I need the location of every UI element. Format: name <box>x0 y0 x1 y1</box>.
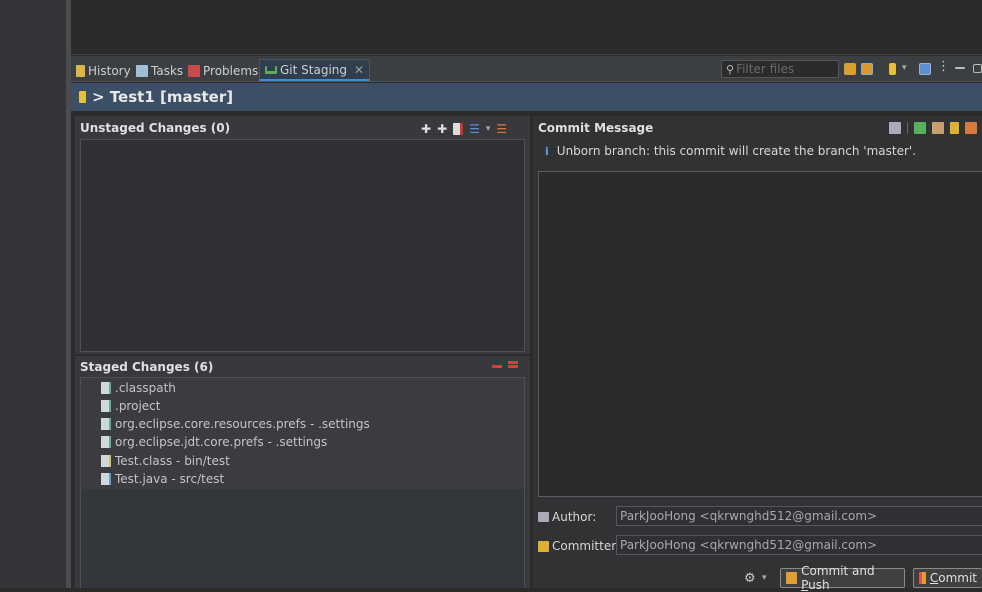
file-name: org.eclipse.jdt.core.prefs - .settings <box>115 435 328 449</box>
staged-file-row[interactable]: Test.java - src/test <box>101 470 224 488</box>
file-name: .classpath <box>115 381 176 395</box>
file-icon <box>101 418 111 430</box>
author-label-text: Author: <box>552 510 597 524</box>
commit-toolbar <box>889 122 977 134</box>
view-menu-icon[interactable]: ⋮ <box>937 59 950 74</box>
chevron-down-icon[interactable]: ▾ <box>486 124 491 134</box>
problems-icon <box>188 65 200 77</box>
tab-history[interactable]: History <box>76 60 131 82</box>
chevron-down-icon[interactable]: ▾ <box>902 63 910 75</box>
file-icon <box>101 400 111 412</box>
history-icon <box>76 65 85 77</box>
spell-check-icon[interactable] <box>889 122 901 134</box>
commit-message-input[interactable] <box>538 171 982 497</box>
repository-header: > Test1 [master] <box>71 83 982 111</box>
tasks-icon <box>136 65 148 77</box>
committer-icon <box>538 540 549 552</box>
info-icon: i <box>545 144 549 158</box>
signed-off-icon[interactable] <box>932 122 944 134</box>
info-text: Unborn branch: this commit will create t… <box>556 144 917 158</box>
unstaged-toolbar: ✚ ✚ ☰ ▾ ☰ <box>421 122 507 136</box>
chevron-down-icon[interactable]: ▾ <box>762 573 767 583</box>
committer-label: Committer: <box>538 539 620 553</box>
sort-icon[interactable]: ☰ <box>496 122 507 136</box>
compare-mode-icon[interactable] <box>861 63 873 75</box>
staged-file-row[interactable]: .classpath <box>101 379 176 397</box>
unstaged-list[interactable] <box>80 139 525 352</box>
layout-icon[interactable] <box>919 63 931 75</box>
tree-view-icon[interactable]: ☰ <box>469 122 480 136</box>
filter-files-input[interactable] <box>736 62 837 76</box>
unstage-all-icon[interactable] <box>508 365 518 368</box>
author-field[interactable]: ParkJooHong <qkrwnghd512@gmail.com> <box>616 506 982 526</box>
file-icon <box>101 382 111 394</box>
maximize-icon[interactable] <box>973 64 982 73</box>
stage-icon[interactable]: ✚ <box>421 122 431 136</box>
commit-button[interactable]: Commit <box>913 568 982 588</box>
tab-git-staging[interactable]: Git Staging ✕ <box>259 59 371 81</box>
tab-label: History <box>88 64 131 78</box>
close-icon[interactable]: ✕ <box>354 63 364 77</box>
commit-message-title: Commit Message <box>538 121 654 135</box>
staged-file-row[interactable]: .project <box>101 397 160 415</box>
java-file-icon <box>101 473 111 485</box>
repository-icon[interactable] <box>889 63 896 75</box>
minimize-icon[interactable] <box>955 67 965 69</box>
stage-all-icon[interactable]: ✚ <box>437 122 447 136</box>
refresh-icon[interactable] <box>844 63 856 75</box>
unstage-icon[interactable] <box>492 365 502 368</box>
tab-tasks[interactable]: Tasks <box>136 60 183 82</box>
staged-title: Staged Changes (6) <box>80 360 214 374</box>
git-staging-icon <box>265 65 277 74</box>
unstaged-title: Unstaged Changes (0) <box>80 121 231 135</box>
staged-file-row[interactable]: Test.class - bin/test <box>101 452 230 470</box>
commit-label: Commit <box>929 571 977 585</box>
committer-field[interactable]: ParkJooHong <qkrwnghd512@gmail.com> <box>616 535 982 555</box>
author-icon <box>538 512 549 522</box>
commit-and-push-button[interactable]: Commit and Push <box>780 564 905 592</box>
view-tabbar: History Tasks Problems Git Staging ✕ ⚲ ▾… <box>71 56 982 82</box>
tab-label: Git Staging <box>280 62 348 77</box>
left-trim <box>0 0 66 588</box>
tab-label: Tasks <box>151 64 184 78</box>
file-icon <box>101 436 111 448</box>
amend-icon[interactable] <box>914 122 926 134</box>
staged-file-row[interactable]: org.eclipse.core.resources.prefs - .sett… <box>101 415 370 433</box>
author-label: Author: <box>538 510 596 524</box>
change-id-icon[interactable] <box>965 122 977 134</box>
file-name: .project <box>115 399 161 413</box>
lock-icon[interactable] <box>950 122 959 134</box>
push-icon <box>786 572 798 584</box>
file-name: Test.java - src/test <box>115 472 225 486</box>
file-name: Test.class - bin/test <box>115 454 230 468</box>
filter-files-box: ⚲ <box>721 60 839 78</box>
tab-problems[interactable]: Problems <box>188 60 258 82</box>
settings-icon[interactable]: ⚙ <box>744 571 756 586</box>
search-icon: ⚲ <box>726 62 735 76</box>
page-title: > Test1 [master] <box>92 88 234 106</box>
toolbar-separator <box>907 122 908 134</box>
file-name: org.eclipse.core.resources.prefs - .sett… <box>115 417 370 431</box>
ignore-icon[interactable] <box>453 123 464 135</box>
repository-icon <box>79 91 86 103</box>
tab-label: Problems <box>203 64 259 78</box>
info-message: i Unborn branch: this commit will create… <box>545 144 916 158</box>
staged-toolbar <box>492 365 518 368</box>
commit-icon <box>919 572 926 584</box>
committer-label-text: Committer: <box>552 539 620 553</box>
staged-file-row[interactable]: org.eclipse.jdt.core.prefs - .settings <box>101 433 327 451</box>
editor-area <box>71 0 982 55</box>
class-file-icon <box>101 455 111 467</box>
